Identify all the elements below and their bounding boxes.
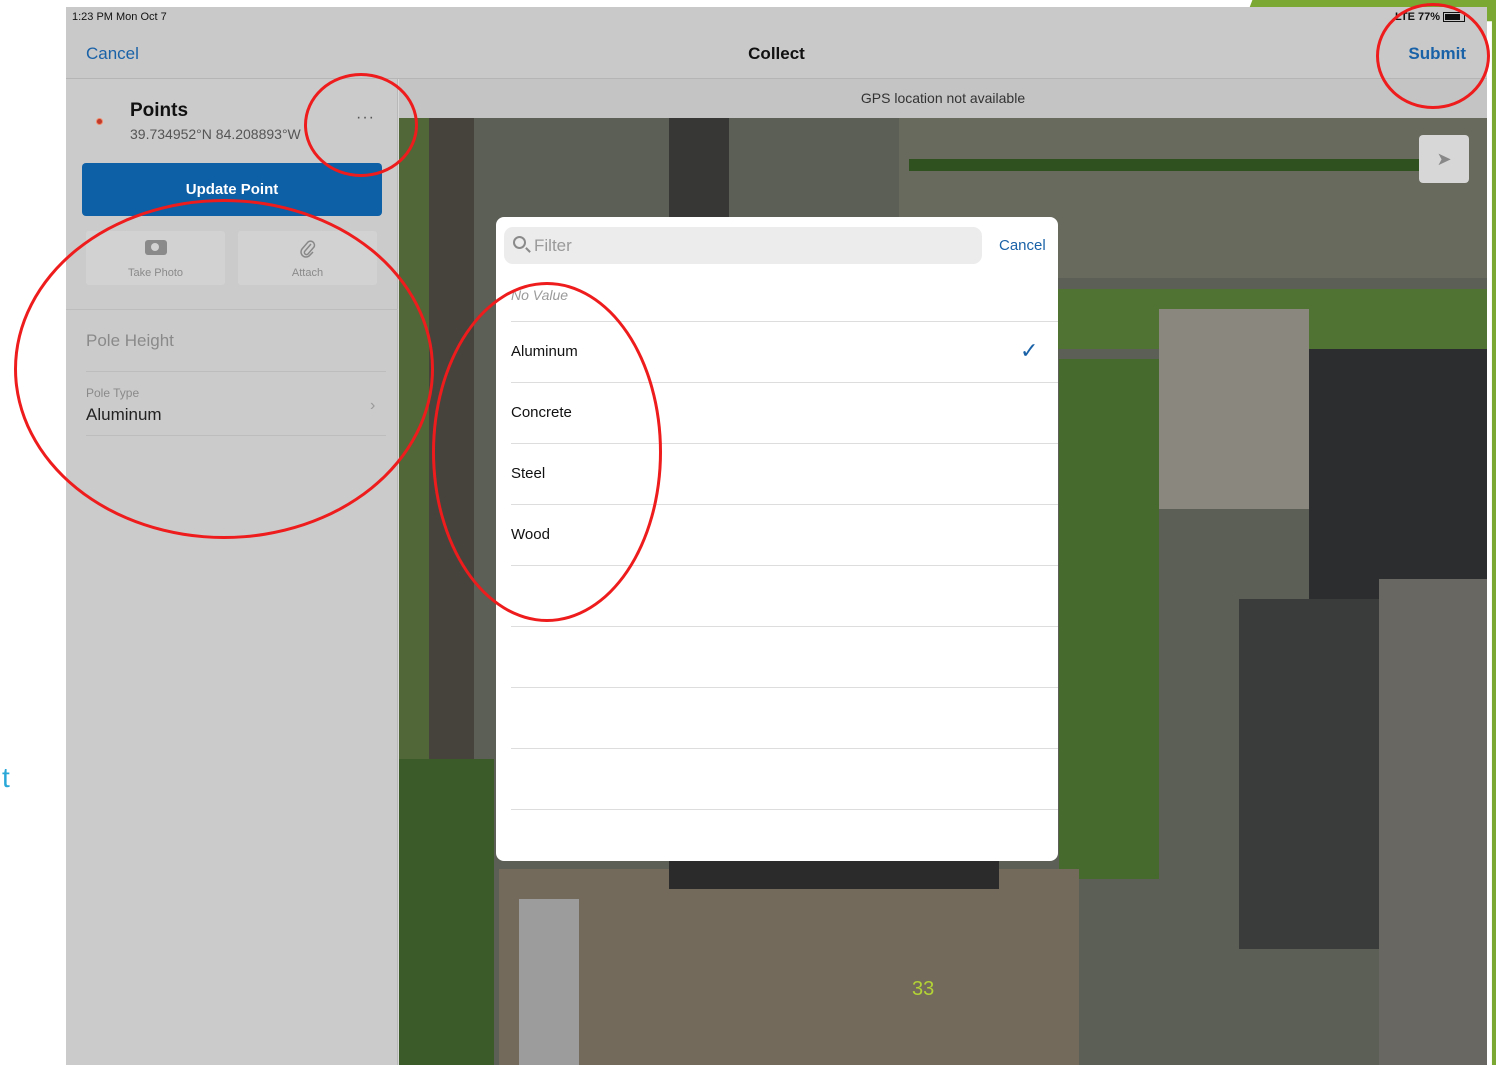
nav-bar: Cancel Collect Submit bbox=[66, 29, 1487, 79]
search-icon bbox=[513, 236, 526, 249]
checkmark-icon: ✓ bbox=[1020, 338, 1039, 363]
annotation-circle-fields bbox=[14, 199, 434, 539]
empty-row bbox=[511, 626, 1058, 687]
feature-title: Points bbox=[130, 100, 189, 121]
feature-coordinates: 39.734952°N 84.208893°W bbox=[130, 126, 301, 142]
cancel-button[interactable]: Cancel bbox=[86, 44, 139, 64]
empty-row bbox=[511, 809, 1058, 861]
picker-cancel-button[interactable]: Cancel bbox=[999, 237, 1046, 254]
empty-row bbox=[511, 748, 1058, 809]
locate-icon[interactable]: ➤ bbox=[1419, 135, 1469, 183]
filter-input[interactable] bbox=[534, 227, 974, 264]
gps-status-banner: GPS location not available bbox=[399, 79, 1487, 118]
page-title: Collect bbox=[748, 44, 805, 63]
annotation-circle-options bbox=[432, 282, 662, 622]
ipad-screenshot: 1:23 PM Mon Oct 7 LTE 77% Cancel Collect… bbox=[66, 7, 1487, 1065]
status-time: 1:23 PM Mon Oct 7 bbox=[72, 11, 167, 23]
annotation-circle-submit bbox=[1376, 3, 1490, 109]
filter-field[interactable] bbox=[504, 227, 982, 264]
slide-page-number: 33 bbox=[912, 978, 935, 1000]
annotation-circle-more-options bbox=[304, 73, 418, 177]
slide-edge-text: t bbox=[2, 762, 10, 793]
slide: t 1:23 PM Mon Oct 7 LTE 77% Cancel Colle… bbox=[0, 0, 1496, 1065]
status-bar: 1:23 PM Mon Oct 7 LTE 77% bbox=[66, 7, 1487, 29]
point-symbol-icon bbox=[96, 118, 103, 125]
empty-row bbox=[511, 687, 1058, 748]
